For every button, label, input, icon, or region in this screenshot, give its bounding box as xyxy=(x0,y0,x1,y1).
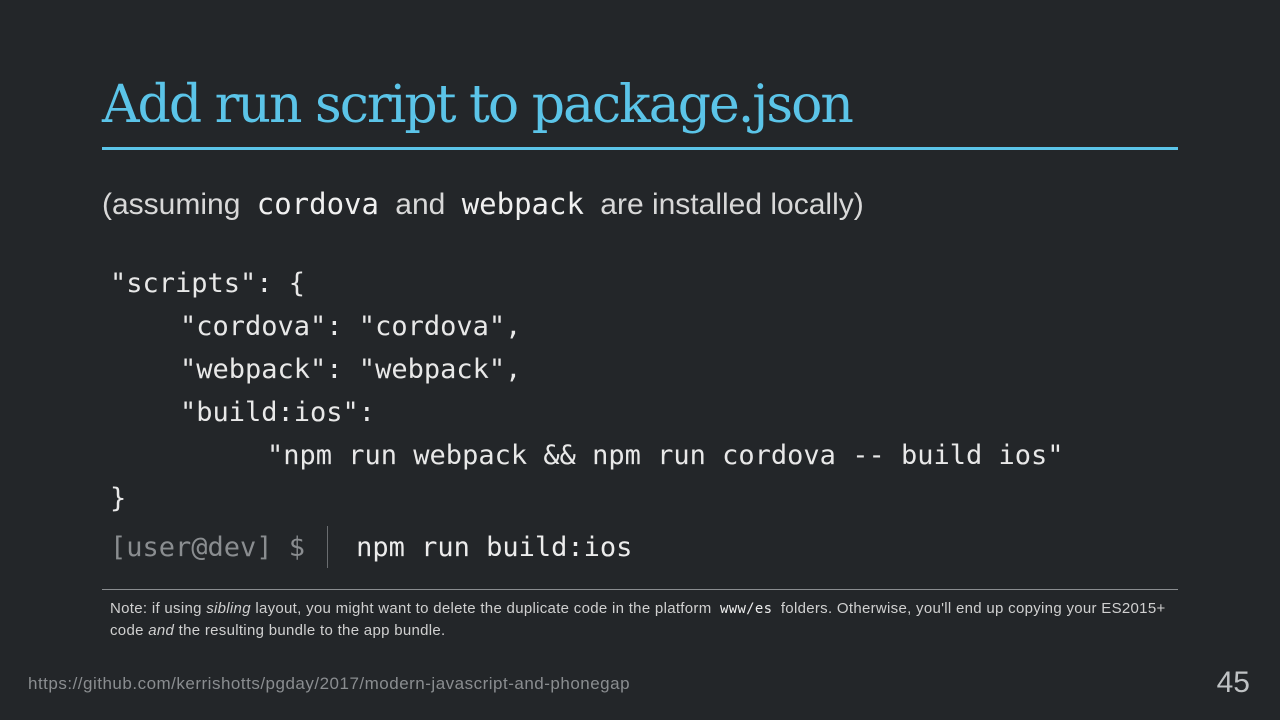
code-line-scripts-close: } xyxy=(110,483,127,514)
note-text-4: the resulting bundle to the app bundle. xyxy=(178,622,446,639)
slide-title: Add run script to package.json xyxy=(102,75,854,135)
footer-url-link[interactable]: https://github.com/kerrishotts/pgday/201… xyxy=(28,674,630,694)
package-json-code-block: "scripts": { "cordova": "cordova", "webpac… xyxy=(110,262,1064,520)
subtitle-and-text: and xyxy=(395,188,446,221)
slide-subtitle: (assuming cordova and webpack are instal… xyxy=(102,184,864,225)
note-text-1: Note: if using xyxy=(110,600,202,617)
subtitle-close-text: are installed locally) xyxy=(600,188,864,221)
terminal-divider xyxy=(327,526,329,568)
code-line-scripts-open: "scripts": { xyxy=(110,268,306,299)
terminal-prompt: [user@dev] $ xyxy=(110,531,306,563)
slide-note: Note: if using sibling layout, you might… xyxy=(110,598,1170,642)
subtitle-tool-webpack: webpack xyxy=(461,187,584,221)
title-underline xyxy=(102,147,1178,150)
note-emphasis-sibling: sibling xyxy=(206,600,251,617)
terminal-command: [user@dev] $ npm run build:ios xyxy=(110,526,632,568)
code-line-build-ios-value: "npm run webpack && npm run cordova -- b… xyxy=(267,440,1064,471)
note-divider xyxy=(102,589,1178,590)
terminal-command-text: npm run build:ios xyxy=(356,531,633,563)
page-number: 45 xyxy=(1216,666,1250,699)
subtitle-tool-cordova: cordova xyxy=(256,187,379,221)
code-line-build-ios-key: "build:ios": xyxy=(180,397,376,428)
note-code-www-es: www/es xyxy=(719,601,773,617)
subtitle-open-text: (assuming xyxy=(102,188,241,221)
note-emphasis-and: and xyxy=(148,622,175,639)
code-line-cordova: "cordova": "cordova", xyxy=(180,311,522,342)
note-text-2: layout, you might want to delete the dup… xyxy=(255,600,712,617)
code-line-webpack: "webpack": "webpack", xyxy=(180,354,522,385)
